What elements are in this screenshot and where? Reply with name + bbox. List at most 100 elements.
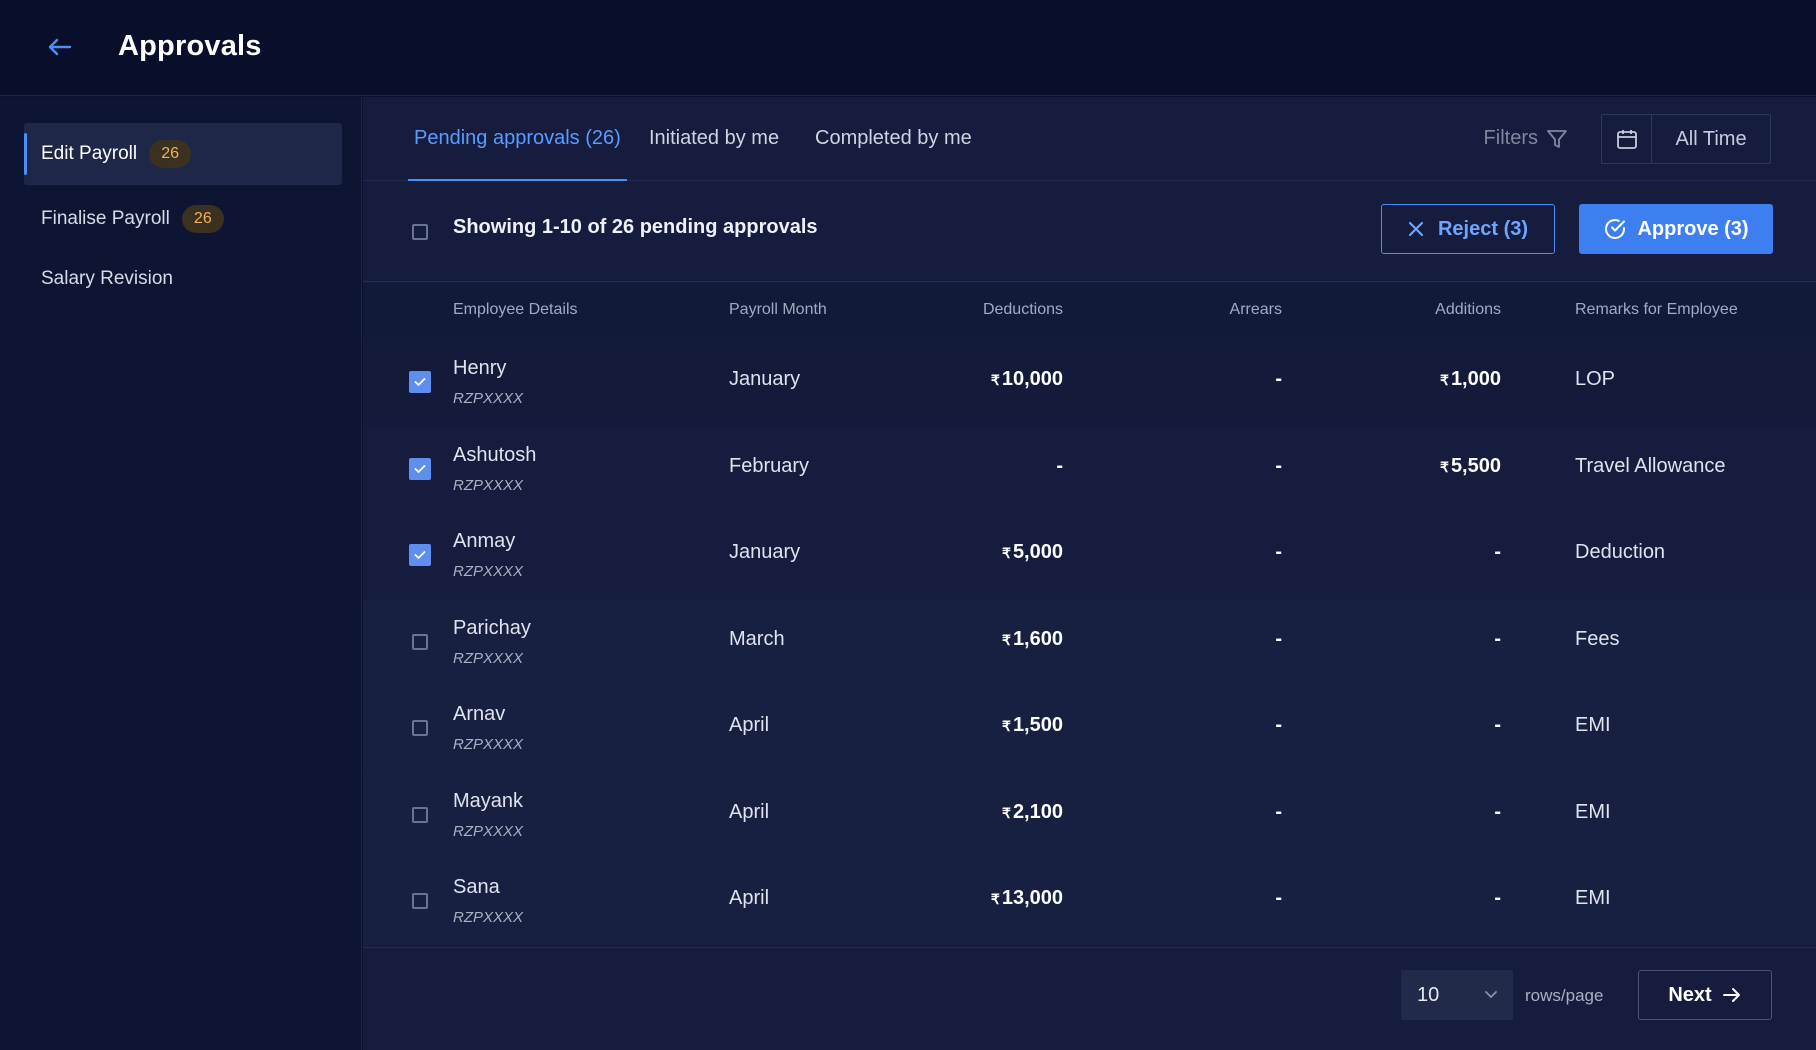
employee-id: RZPXXXX (453, 563, 524, 580)
calendar-button[interactable] (1602, 115, 1652, 163)
sidebar: Edit Payroll 26 Finalise Payroll 26 Sala… (0, 97, 362, 1050)
employee-name: Arnav (453, 703, 506, 725)
deductions-value: ₹13,000 (883, 887, 1063, 910)
remarks-text: Travel Allowance (1575, 454, 1726, 477)
table-row[interactable]: Mayank RZPXXXX April ₹2,100 - - EMI (363, 772, 1816, 859)
sidebar-item-label: Finalise Payroll (41, 208, 170, 229)
amount-value: 10,000 (1001, 368, 1063, 390)
next-label: Next (1668, 983, 1712, 1006)
currency-symbol: ₹ (1002, 804, 1011, 821)
deductions-value: ₹1,500 (883, 714, 1063, 737)
deductions-value: ₹5,000 (883, 541, 1063, 564)
approve-button[interactable]: Approve (3) (1579, 204, 1773, 254)
arrears-value: - (1275, 800, 1282, 823)
additions-value: ₹1,000 (1321, 368, 1501, 391)
bulk-action-bar: Showing 1-10 of 26 pending approvals Rej… (363, 182, 1816, 282)
sidebar-item-label: Salary Revision (41, 268, 173, 289)
filter-icon (1547, 129, 1567, 148)
reject-label: Reject (3) (1437, 217, 1529, 240)
currency-symbol: ₹ (990, 891, 1000, 907)
column-header: Arrears (1229, 301, 1282, 318)
arrears-value: - (1275, 887, 1282, 909)
tab-initiated-by-me[interactable]: Initiated by me (649, 127, 779, 181)
arrears-value: - (1275, 627, 1282, 650)
main-content: Pending approvals (26) Initiated by me C… (363, 97, 1816, 1050)
sidebar-item-edit-payroll[interactable]: Edit Payroll 26 (24, 123, 342, 185)
rows-per-page-value: 10 (1417, 983, 1440, 1006)
sidebar-item-label: Edit Payroll (41, 143, 138, 164)
currency-symbol: ₹ (1002, 545, 1011, 561)
employee-name: Ashutosh (453, 443, 537, 466)
table-row[interactable]: Anmay RZPXXXX January ₹5,000 - - Deduction (363, 513, 1816, 599)
deductions-value: - (1056, 454, 1063, 477)
deductions-value: ₹1,600 (883, 628, 1063, 651)
table-row[interactable]: Parichay RZPXXXX March ₹1,600 - - Fees (363, 599, 1816, 686)
tab-completed-by-me[interactable]: Completed by me (815, 127, 972, 181)
payroll-month: April (729, 887, 770, 909)
row-checkbox[interactable] (412, 720, 428, 736)
currency-symbol: ₹ (1002, 718, 1011, 734)
payroll-month: January (729, 368, 801, 390)
row-checkbox[interactable] (409, 371, 431, 393)
calendar-icon (1616, 130, 1637, 149)
column-header: Employee Details (453, 301, 578, 318)
sidebar-item-salary-revision[interactable]: Salary Revision (24, 248, 342, 310)
rows-per-page-label: rows/page (1525, 986, 1604, 1005)
date-range-label[interactable]: All Time (1652, 115, 1770, 163)
page-title: Approvals (118, 30, 262, 62)
arrears-value: - (1275, 541, 1282, 563)
amount-value: 1,000 (1450, 368, 1501, 390)
sidebar-item-finalise-payroll[interactable]: Finalise Payroll 26 (24, 188, 342, 250)
payroll-month: January (729, 541, 801, 563)
employee-name: Parichay (453, 616, 531, 639)
amount-value: 1,600 (1012, 627, 1063, 650)
remarks-text: EMI (1575, 800, 1611, 823)
row-checkbox[interactable] (412, 893, 428, 909)
arrow-left-icon (48, 38, 72, 56)
deductions-value: ₹2,100 (883, 801, 1063, 824)
row-checkbox[interactable] (409, 544, 431, 566)
date-range-picker[interactable]: All Time (1601, 114, 1771, 164)
filters-button[interactable]: Filters (1484, 127, 1568, 150)
employee-id: RZPXXXX (453, 649, 524, 667)
check-icon (414, 464, 426, 473)
employee-id: RZPXXXX (453, 390, 524, 407)
column-header: Remarks for Employee (1575, 301, 1738, 318)
employee-name: Sana (453, 876, 500, 898)
rows-per-page-select[interactable]: 10 (1401, 970, 1513, 1020)
select-all-checkbox[interactable] (412, 224, 428, 240)
check-icon (414, 551, 426, 559)
chevron-down-icon (1485, 991, 1497, 998)
additions-value: - (1494, 541, 1501, 563)
reject-button[interactable]: Reject (3) (1381, 204, 1555, 254)
approve-label: Approve (3) (1637, 217, 1749, 240)
amount-value: 5,500 (1450, 454, 1501, 477)
payroll-month: April (729, 800, 770, 823)
currency-symbol: ₹ (1002, 631, 1011, 648)
back-button[interactable] (44, 32, 74, 62)
column-header: Payroll Month (729, 301, 827, 318)
table-row[interactable]: Arnav RZPXXXX April ₹1,500 - - EMI (363, 686, 1816, 772)
column-header: Additions (1435, 301, 1501, 318)
row-checkbox[interactable] (409, 457, 431, 480)
amount-value: 2,100 (1012, 800, 1063, 823)
arrears-value: - (1275, 714, 1282, 736)
table-row[interactable]: Sana RZPXXXX April ₹13,000 - - EMI (363, 859, 1816, 945)
row-checkbox[interactable] (412, 633, 428, 650)
row-checkbox[interactable] (412, 806, 428, 823)
check-circle-icon (1605, 219, 1626, 239)
table-row[interactable]: Henry RZPXXXX January ₹10,000 - ₹1,000 LOP (363, 340, 1816, 426)
amount-value: 13,000 (1001, 887, 1063, 909)
arrears-value: - (1275, 368, 1282, 390)
additions-value: - (1494, 714, 1501, 736)
tabs-bar: Pending approvals (26) Initiated by me C… (363, 97, 1816, 181)
next-page-button[interactable]: Next (1638, 970, 1772, 1020)
employee-id: RZPXXXX (453, 822, 524, 840)
table-row[interactable]: Ashutosh RZPXXXX February - - ₹5,500 Travel Al… (363, 427, 1816, 513)
top-bar: Approvals (0, 0, 1816, 96)
tab-pending-approvals[interactable]: Pending approvals (26) (408, 127, 627, 181)
arrears-value: - (1275, 454, 1282, 477)
table-header: Employee Details Payroll Month Deduction… (363, 283, 1816, 339)
additions-value: - (1494, 627, 1501, 650)
remarks-text: LOP (1575, 368, 1616, 390)
